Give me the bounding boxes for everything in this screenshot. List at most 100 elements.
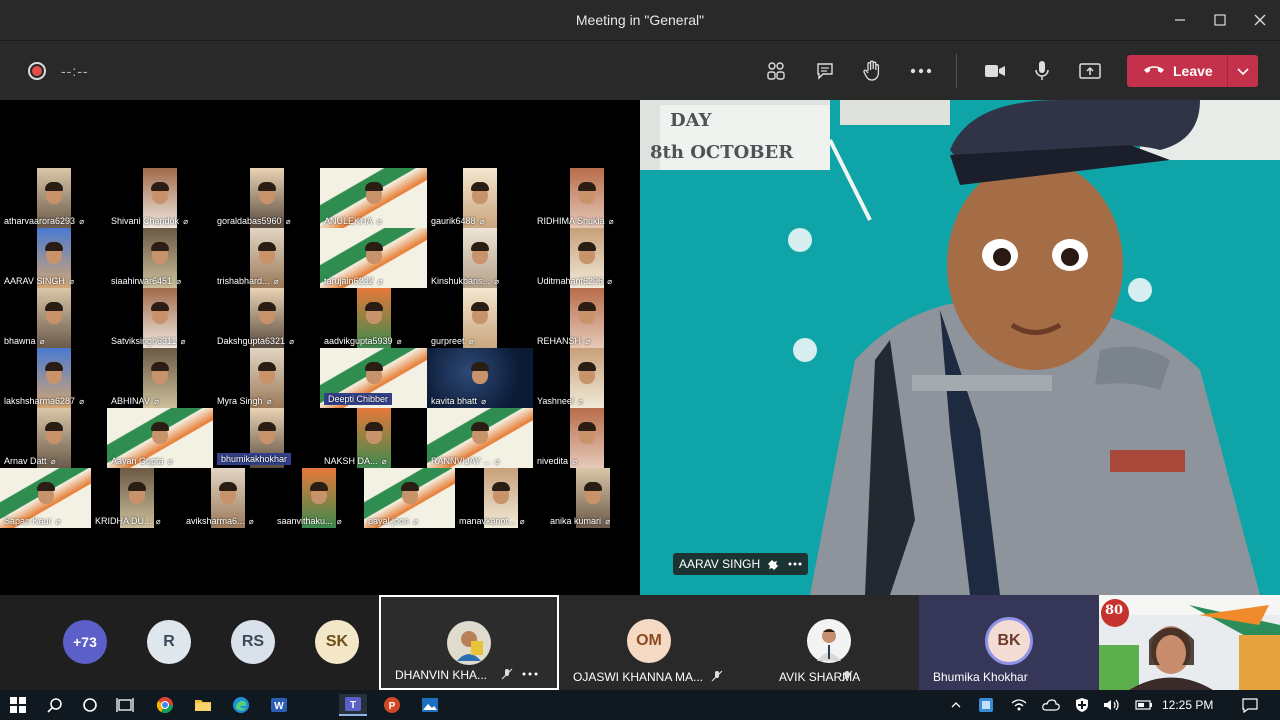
- participant-hair: [258, 422, 276, 431]
- tray-security-button[interactable]: [1068, 694, 1096, 716]
- file-explorer-taskbar-button[interactable]: [189, 694, 217, 716]
- participant-tile[interactable]: bhawna ⌀: [0, 288, 107, 348]
- participant-tile[interactable]: AARAV SINGH ⌀: [0, 228, 107, 288]
- participant-tile-ojaswi[interactable]: OM OJASWI KHANNA MA...: [559, 595, 739, 690]
- participant-tile[interactable]: ABHINAV ⌀: [107, 348, 213, 408]
- participant-tile[interactable]: gurpreet ⌀: [427, 288, 533, 348]
- participant-tile[interactable]: tarujain6232 ⌀: [320, 228, 427, 288]
- tray-volume-button[interactable]: [1098, 694, 1126, 716]
- word-taskbar-button[interactable]: W: [265, 694, 293, 716]
- more-actions-button[interactable]: [906, 56, 936, 86]
- participant-tile[interactable]: Dakshgupta6321 ⌀: [213, 288, 320, 348]
- mic-muted-icon: ⌀: [77, 397, 85, 406]
- participant-name: Deepti Chibber: [324, 393, 393, 405]
- participant-name: goraldabas5960 ⌀: [217, 216, 291, 226]
- participant-tile[interactable]: goraldabas5960 ⌀: [213, 168, 320, 228]
- participant-tile[interactable]: ANULEKHA ⌀: [320, 168, 427, 228]
- participant-tile[interactable]: manavkanot... ⌀: [455, 468, 546, 528]
- participant-name-text: siaahirwar6451: [111, 276, 173, 286]
- tray-app-button[interactable]: [972, 694, 1000, 716]
- mic-muted-icon: ⌀: [334, 517, 342, 526]
- participant-tile[interactable]: Sapan Kaur ⌀: [0, 468, 91, 528]
- participant-hair: [258, 242, 276, 251]
- show-hidden-icons-button[interactable]: [942, 694, 970, 716]
- task-view-button[interactable]: [111, 694, 139, 716]
- microphone-button[interactable]: [1027, 56, 1057, 86]
- participant-tile[interactable]: lakshsharma6287 ⌀: [0, 348, 107, 408]
- tray-cloud-button[interactable]: [1037, 694, 1065, 716]
- participant-tile[interactable]: Arnav Datt ⌀: [0, 408, 107, 468]
- action-center-button[interactable]: [1236, 694, 1264, 716]
- participant-tile[interactable]: KRIDHA DU... ⌀: [91, 468, 182, 528]
- mic-muted-icon: ⌀: [48, 457, 56, 466]
- chat-button[interactable]: [810, 56, 840, 86]
- participant-name-text: aadvikgupta5939: [324, 336, 393, 346]
- mic-muted-icon: ⌀: [66, 277, 74, 286]
- participant-tile[interactable]: kavita bhatt ⌀: [427, 348, 533, 408]
- participants-button[interactable]: [761, 56, 791, 86]
- taskbar-clock[interactable]: 12:25 PM: [1162, 698, 1213, 712]
- edge-taskbar-button[interactable]: [227, 694, 255, 716]
- leave-button[interactable]: Leave: [1127, 55, 1258, 87]
- participant-tile[interactable]: siaahirwar6451 ⌀: [107, 228, 213, 288]
- participant-tile[interactable]: Myra Singh ⌀: [213, 348, 320, 408]
- spotlight-video[interactable]: DAY 8th OCTOBER: [640, 100, 1280, 595]
- search-button[interactable]: [41, 694, 69, 716]
- maximize-button[interactable]: [1200, 0, 1240, 40]
- tray-battery-button[interactable]: [1130, 694, 1158, 716]
- start-button[interactable]: [4, 694, 32, 716]
- participant-tile[interactable]: Uditmahant6296 ⌀: [533, 228, 640, 288]
- participant-tile-self[interactable]: 80: [1099, 595, 1280, 690]
- share-screen-button[interactable]: [1075, 56, 1105, 86]
- photos-taskbar-button[interactable]: [416, 694, 444, 716]
- participant-hair: [471, 362, 489, 371]
- teams-taskbar-button[interactable]: T: [339, 694, 367, 716]
- chrome-taskbar-button[interactable]: [151, 694, 179, 716]
- mic-muted-icon: ⌀: [264, 397, 272, 406]
- participant-name: payal joon ⌀: [368, 516, 418, 526]
- camera-button[interactable]: [980, 56, 1010, 86]
- overflow-participants-button[interactable]: +73: [63, 620, 107, 664]
- participant-tile[interactable]: Kinshukbans... ⌀: [427, 228, 533, 288]
- avatar[interactable]: SK: [315, 620, 359, 664]
- participant-tile[interactable]: Aayan Gupta ⌀: [107, 408, 213, 468]
- participant-tile[interactable]: RANNVIJAY ... ⌀: [427, 408, 533, 468]
- participant-tile[interactable]: REHANSH ⌀: [533, 288, 640, 348]
- participant-tile[interactable]: RIDHIMA Shukla ⌀: [533, 168, 640, 228]
- participant-name-text: aviksharma6...: [186, 516, 245, 526]
- svg-text:T: T: [350, 700, 356, 711]
- participants-icon: [767, 62, 785, 80]
- participant-tile[interactable]: Shivani Chandok ⌀: [107, 168, 213, 228]
- participant-tile[interactable]: nivedita ⌀: [533, 408, 640, 468]
- cortana-button[interactable]: [76, 694, 104, 716]
- participant-tile-avik[interactable]: AVIK SHARMA: [739, 595, 919, 690]
- close-button[interactable]: [1240, 0, 1280, 40]
- participant-tile[interactable]: bhumikakhokhar: [213, 408, 320, 468]
- avatar[interactable]: R: [147, 620, 191, 664]
- participant-tile[interactable]: Yashneel ⌀: [533, 348, 640, 408]
- participant-tile[interactable]: trishabhard... ⌀: [213, 228, 320, 288]
- mic-muted-icon: ⌀: [374, 217, 382, 226]
- more-icon[interactable]: [522, 672, 538, 676]
- tray-network-button[interactable]: [1005, 694, 1033, 716]
- avatar[interactable]: RS: [231, 620, 275, 664]
- participant-tile[interactable]: gaurik6488 ⌀: [427, 168, 533, 228]
- participant-name: Aayan Gupta ⌀: [111, 456, 173, 466]
- participant-tile[interactable]: Satviksingh6311 ⌀: [107, 288, 213, 348]
- mic-muted-icon: ⌀: [583, 337, 591, 346]
- participant-tile[interactable]: Deepti Chibber: [320, 348, 427, 408]
- powerpoint-taskbar-button[interactable]: P: [378, 694, 406, 716]
- mic-muted-icon: ⌀: [575, 397, 583, 406]
- raise-hand-button[interactable]: [857, 56, 887, 86]
- participant-tile[interactable]: anika kumari ⌀: [546, 468, 640, 528]
- participant-tile-bhumika[interactable]: BK Bhumika Khokhar: [919, 595, 1099, 690]
- minimize-button[interactable]: [1160, 0, 1200, 40]
- participant-tile[interactable]: aadvikgupta5939 ⌀: [320, 288, 427, 348]
- participant-tile[interactable]: payal joon ⌀: [364, 468, 455, 528]
- participant-hair: [151, 422, 169, 431]
- participant-tile[interactable]: NAKSH DA... ⌀: [320, 408, 427, 468]
- participant-tile[interactable]: aviksharma6... ⌀: [182, 468, 273, 528]
- participant-tile[interactable]: atharvaarora6293 ⌀: [0, 168, 107, 228]
- participant-tile-dhanvin[interactable]: DHANVIN KHA...: [379, 595, 559, 690]
- participant-tile[interactable]: saanvithaku... ⌀: [273, 468, 364, 528]
